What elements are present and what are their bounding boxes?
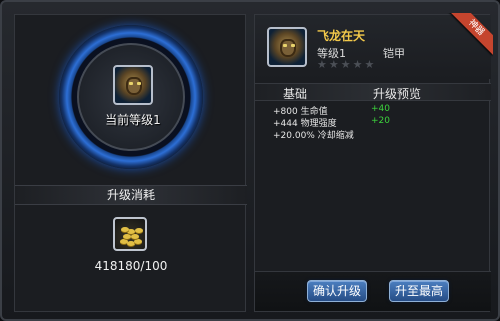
stat-upgrade: +20 [371, 116, 390, 126]
item-portrait-small [267, 27, 307, 67]
stat-row: +444 物理强度 +20 [255, 116, 491, 129]
stat-base: +20.00% 冷却缩减 [273, 131, 354, 141]
level-ring: 当前等级1 [59, 25, 203, 169]
item-name: 飞龙在天 [317, 29, 366, 43]
stats-table-header: 基础 升级预览 [255, 83, 491, 101]
right-panel: 飞龙在天 等级1 铠甲 ★★★★★ 神器 基础 升级预览 +800 生命值 +4… [254, 13, 493, 312]
item-header: 飞龙在天 等级1 铠甲 ★★★★★ 神器 [255, 13, 493, 79]
eye-left [129, 82, 133, 85]
stat-row: +20.00% 冷却缩减 [255, 128, 491, 141]
upgrade-window: 当前等级1 升级消耗 418180/100 飞龙在天 等级1 铠甲 ★★★★★ … [0, 0, 500, 321]
eye-right [291, 44, 295, 47]
current-level-label: 当前等级1 [105, 113, 161, 127]
confirm-upgrade-button[interactable]: 确认升级 [307, 280, 367, 302]
action-bar: 确认升级 升至最高 [255, 271, 491, 311]
eye-left [283, 44, 287, 47]
cost-amount: 418180/100 [94, 259, 168, 273]
ribbon-label: 神器 [449, 13, 493, 55]
star-rating: ★★★★★ [317, 58, 377, 71]
gold-coins-icon [113, 217, 147, 251]
upgrade-to-max-button[interactable]: 升至最高 [389, 280, 449, 302]
armor-icon [280, 39, 296, 57]
col-preview: 升级预览 [373, 87, 422, 101]
armor-icon [126, 77, 142, 95]
eye-right [137, 82, 141, 85]
col-base: 基础 [283, 87, 308, 101]
stat-upgrade: +40 [371, 104, 390, 114]
item-portrait-large [113, 65, 153, 105]
stat-row: +800 生命值 +40 [255, 104, 491, 117]
left-panel: 当前等级1 升级消耗 418180/100 [14, 14, 247, 312]
item-type: 铠甲 [383, 47, 405, 60]
artifact-ribbon: 神器 [447, 13, 493, 59]
ring-inner: 当前等级1 [77, 43, 185, 151]
upgrade-cost-title: 升级消耗 [15, 185, 247, 205]
